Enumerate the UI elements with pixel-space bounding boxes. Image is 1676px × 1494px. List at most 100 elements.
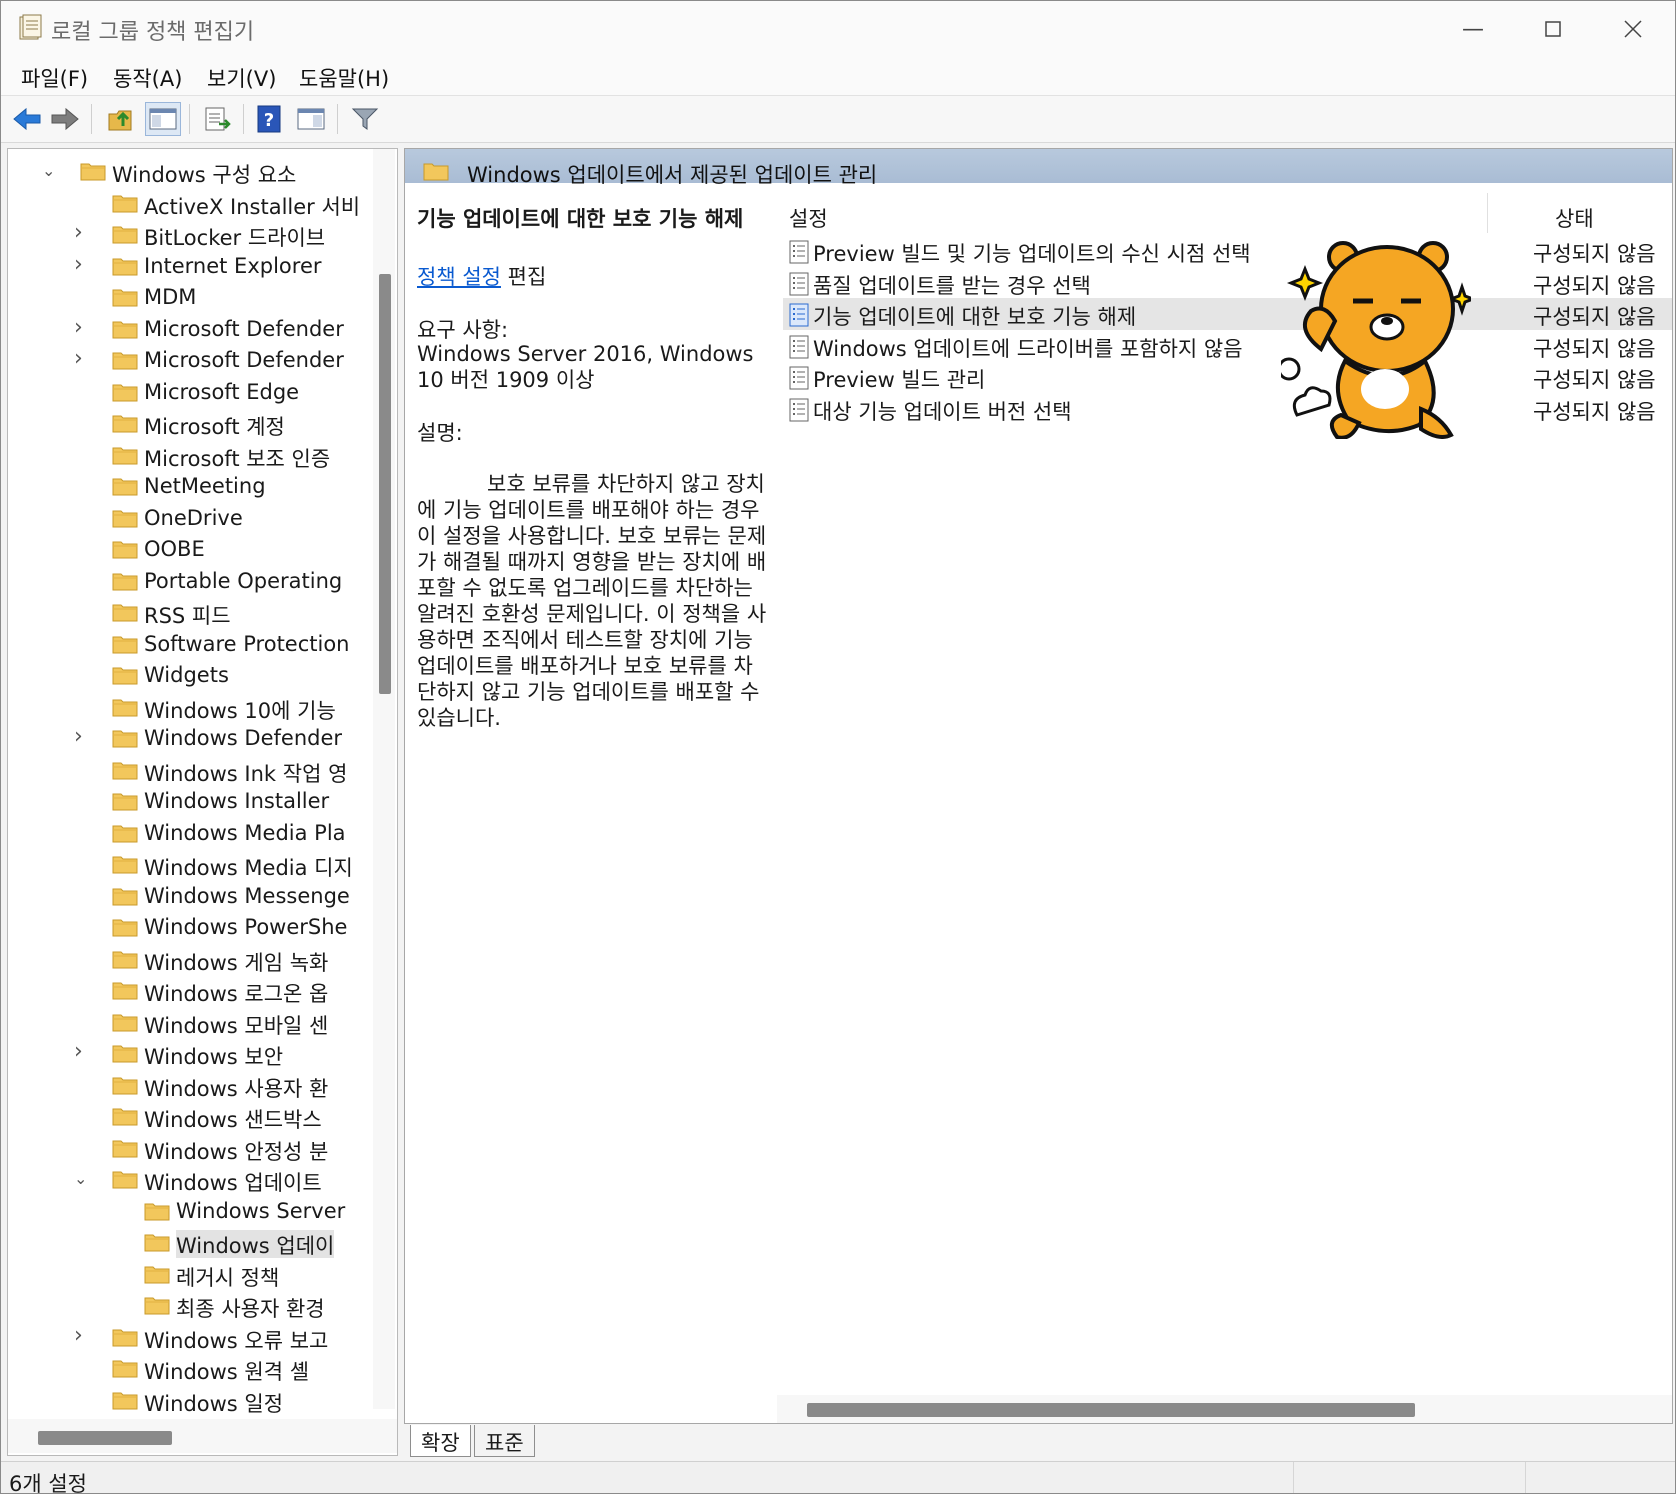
details-header-title: Windows 업데이트에서 제공된 업데이트 관리 xyxy=(467,163,878,187)
chevron-down-icon[interactable]: ⌄ xyxy=(74,1169,90,1188)
column-header-setting[interactable]: 설정 xyxy=(789,203,828,233)
menu-file[interactable]: 파일(F) xyxy=(21,63,88,93)
chevron-right-icon[interactable]: › xyxy=(74,220,90,245)
tree-item[interactable]: Windows Media Pla xyxy=(8,819,373,849)
chevron-right-icon[interactable]: › xyxy=(74,1039,90,1064)
chevron-right-icon[interactable]: › xyxy=(74,1323,90,1348)
show-hide-tree-button[interactable] xyxy=(145,102,181,136)
folder-icon xyxy=(112,760,138,780)
tree-item[interactable]: › Windows 오류 보고 xyxy=(8,1323,373,1353)
forward-arrow-icon xyxy=(51,107,79,131)
column-divider[interactable] xyxy=(1487,193,1488,233)
policy-row[interactable]: Preview 빌드 관리 구성되지 않음 xyxy=(783,361,1672,393)
close-button[interactable] xyxy=(1593,1,1673,57)
tree-item[interactable]: OneDrive xyxy=(8,504,373,534)
tree-item[interactable]: Microsoft 보조 인증 xyxy=(8,441,373,471)
tree-item[interactable]: › Internet Explorer xyxy=(8,252,373,282)
tree-item[interactable]: Windows 10에 기능 xyxy=(8,693,373,723)
tree-item[interactable]: Windows Messenge xyxy=(8,882,373,912)
tree-item[interactable]: Windows 사용자 환 xyxy=(8,1071,373,1101)
up-one-level-button[interactable] xyxy=(103,102,139,136)
tab-extended[interactable]: 확장 xyxy=(410,1425,471,1457)
tree-item[interactable]: Windows 안정성 분 xyxy=(8,1134,373,1164)
tree-item[interactable]: Windows PowerShe xyxy=(8,913,373,943)
tree-item[interactable]: Windows Installer xyxy=(8,787,373,817)
tree-item[interactable]: ⌄ Windows 구성 요소 xyxy=(8,157,373,187)
tree-item[interactable]: 최종 사용자 환경 xyxy=(8,1291,373,1321)
tree-item-label: Windows Media 디지 xyxy=(144,856,353,880)
tree-item[interactable]: 레거시 정책 xyxy=(8,1260,373,1290)
tree-item[interactable]: Widgets xyxy=(8,661,373,691)
chevron-right-icon[interactable]: › xyxy=(74,315,90,340)
tree-item-label: Windows Ink 작업 영 xyxy=(144,761,348,786)
menu-help[interactable]: 도움말(H) xyxy=(299,63,389,93)
policy-state: 구성되지 않음 xyxy=(1533,305,1656,329)
tree-item[interactable]: ActiveX Installer 서비 xyxy=(8,189,373,219)
policy-settings-link[interactable]: 정책 설정 xyxy=(417,265,501,289)
tree-item[interactable]: NetMeeting xyxy=(8,472,373,502)
description-label: 설명: xyxy=(417,421,463,445)
tree-item[interactable]: Windows 모바일 센 xyxy=(8,1008,373,1038)
maximize-button[interactable] xyxy=(1513,1,1593,57)
column-header-state[interactable]: 상태 xyxy=(1555,203,1594,233)
tree-item[interactable]: Portable Operating xyxy=(8,567,373,597)
tree-item[interactable]: Windows 로그온 옵 xyxy=(8,976,373,1006)
tree-item[interactable]: MDM xyxy=(8,283,373,313)
folder-icon xyxy=(80,161,106,181)
tree-horizontal-scrollbar[interactable] xyxy=(8,1419,397,1453)
chevron-right-icon[interactable]: › xyxy=(74,346,90,371)
svg-text:?: ? xyxy=(264,110,274,131)
tree-item[interactable]: Windows 샌드박스 xyxy=(8,1102,373,1132)
tree-item[interactable]: Windows 일정 xyxy=(8,1386,373,1416)
tree-item[interactable]: Microsoft 계정 xyxy=(8,409,373,439)
chevron-down-icon[interactable]: ⌄ xyxy=(42,161,58,180)
tree-item-label: Windows 로그온 옵 xyxy=(144,982,329,1006)
help-button[interactable]: ? xyxy=(251,102,287,136)
policy-row[interactable]: 기능 업데이트에 대한 보호 기능 해제 구성되지 않음 xyxy=(783,298,1672,330)
export-list-button[interactable] xyxy=(199,102,235,136)
tree-horizontal-scroll-thumb[interactable] xyxy=(38,1431,172,1445)
tree-item[interactable]: Windows Server xyxy=(8,1197,373,1227)
tree-item[interactable]: Windows 업데이 xyxy=(8,1228,373,1258)
tree-vertical-scrollbar[interactable] xyxy=(373,149,395,1409)
folder-icon xyxy=(112,1390,138,1410)
forward-button[interactable] xyxy=(47,102,83,136)
menu-action[interactable]: 동작(A) xyxy=(113,63,182,93)
tree-item[interactable]: OOBE xyxy=(8,535,373,565)
back-button[interactable] xyxy=(9,102,45,136)
policy-setting-icon xyxy=(789,366,809,390)
tab-standard[interactable]: 표준 xyxy=(474,1425,535,1457)
tree-item[interactable]: Software Protection xyxy=(8,630,373,660)
tree-item[interactable]: Microsoft Edge xyxy=(8,378,373,408)
tree-item[interactable]: RSS 피드 xyxy=(8,598,373,628)
tree-item[interactable]: › BitLocker 드라이브 xyxy=(8,220,373,250)
folder-icon xyxy=(112,413,138,433)
tree-item[interactable]: Windows Media 디지 xyxy=(8,850,373,880)
tree-item[interactable]: › Microsoft Defender xyxy=(8,315,373,345)
minimize-button[interactable]: — xyxy=(1433,1,1513,57)
action-pane-icon xyxy=(297,108,325,130)
tree-item[interactable]: › Windows 보안 xyxy=(8,1039,373,1069)
tree-item[interactable]: Windows 원격 셸 xyxy=(8,1354,373,1384)
policy-row[interactable]: 대상 기능 업데이트 버전 선택 구성되지 않음 xyxy=(783,393,1672,425)
tree-item-label: MDM xyxy=(144,285,197,309)
policy-row[interactable]: 품질 업데이트를 받는 경우 선택 구성되지 않음 xyxy=(783,267,1672,299)
tree-item[interactable]: › Microsoft Defender xyxy=(8,346,373,376)
tree-vertical-scroll-thumb[interactable] xyxy=(379,274,391,694)
show-action-pane-button[interactable] xyxy=(293,102,329,136)
menu-view[interactable]: 보기(V) xyxy=(207,63,276,93)
chevron-right-icon[interactable]: › xyxy=(74,724,90,749)
details-horizontal-scroll-thumb[interactable] xyxy=(807,1403,1415,1417)
filter-button[interactable] xyxy=(347,102,383,136)
tree-item[interactable]: Windows 게임 녹화 xyxy=(8,945,373,975)
tree-item-label: Microsoft 계정 xyxy=(144,415,285,439)
folder-icon xyxy=(144,1295,170,1315)
policy-row[interactable]: Windows 업데이트에 드라이버를 포함하지 않음 구성되지 않음 xyxy=(783,330,1672,362)
tree-item[interactable]: ⌄ Windows 업데이트 xyxy=(8,1165,373,1195)
tree-item-label: Windows 게임 녹화 xyxy=(144,950,329,975)
chevron-right-icon[interactable]: › xyxy=(74,252,90,277)
details-horizontal-scrollbar[interactable] xyxy=(777,1395,1672,1423)
policy-row[interactable]: Preview 빌드 및 기능 업데이트의 수신 시점 선택 구성되지 않음 xyxy=(783,235,1672,267)
tree-item[interactable]: Windows Ink 작업 영 xyxy=(8,756,373,786)
tree-item[interactable]: › Windows Defender xyxy=(8,724,373,754)
